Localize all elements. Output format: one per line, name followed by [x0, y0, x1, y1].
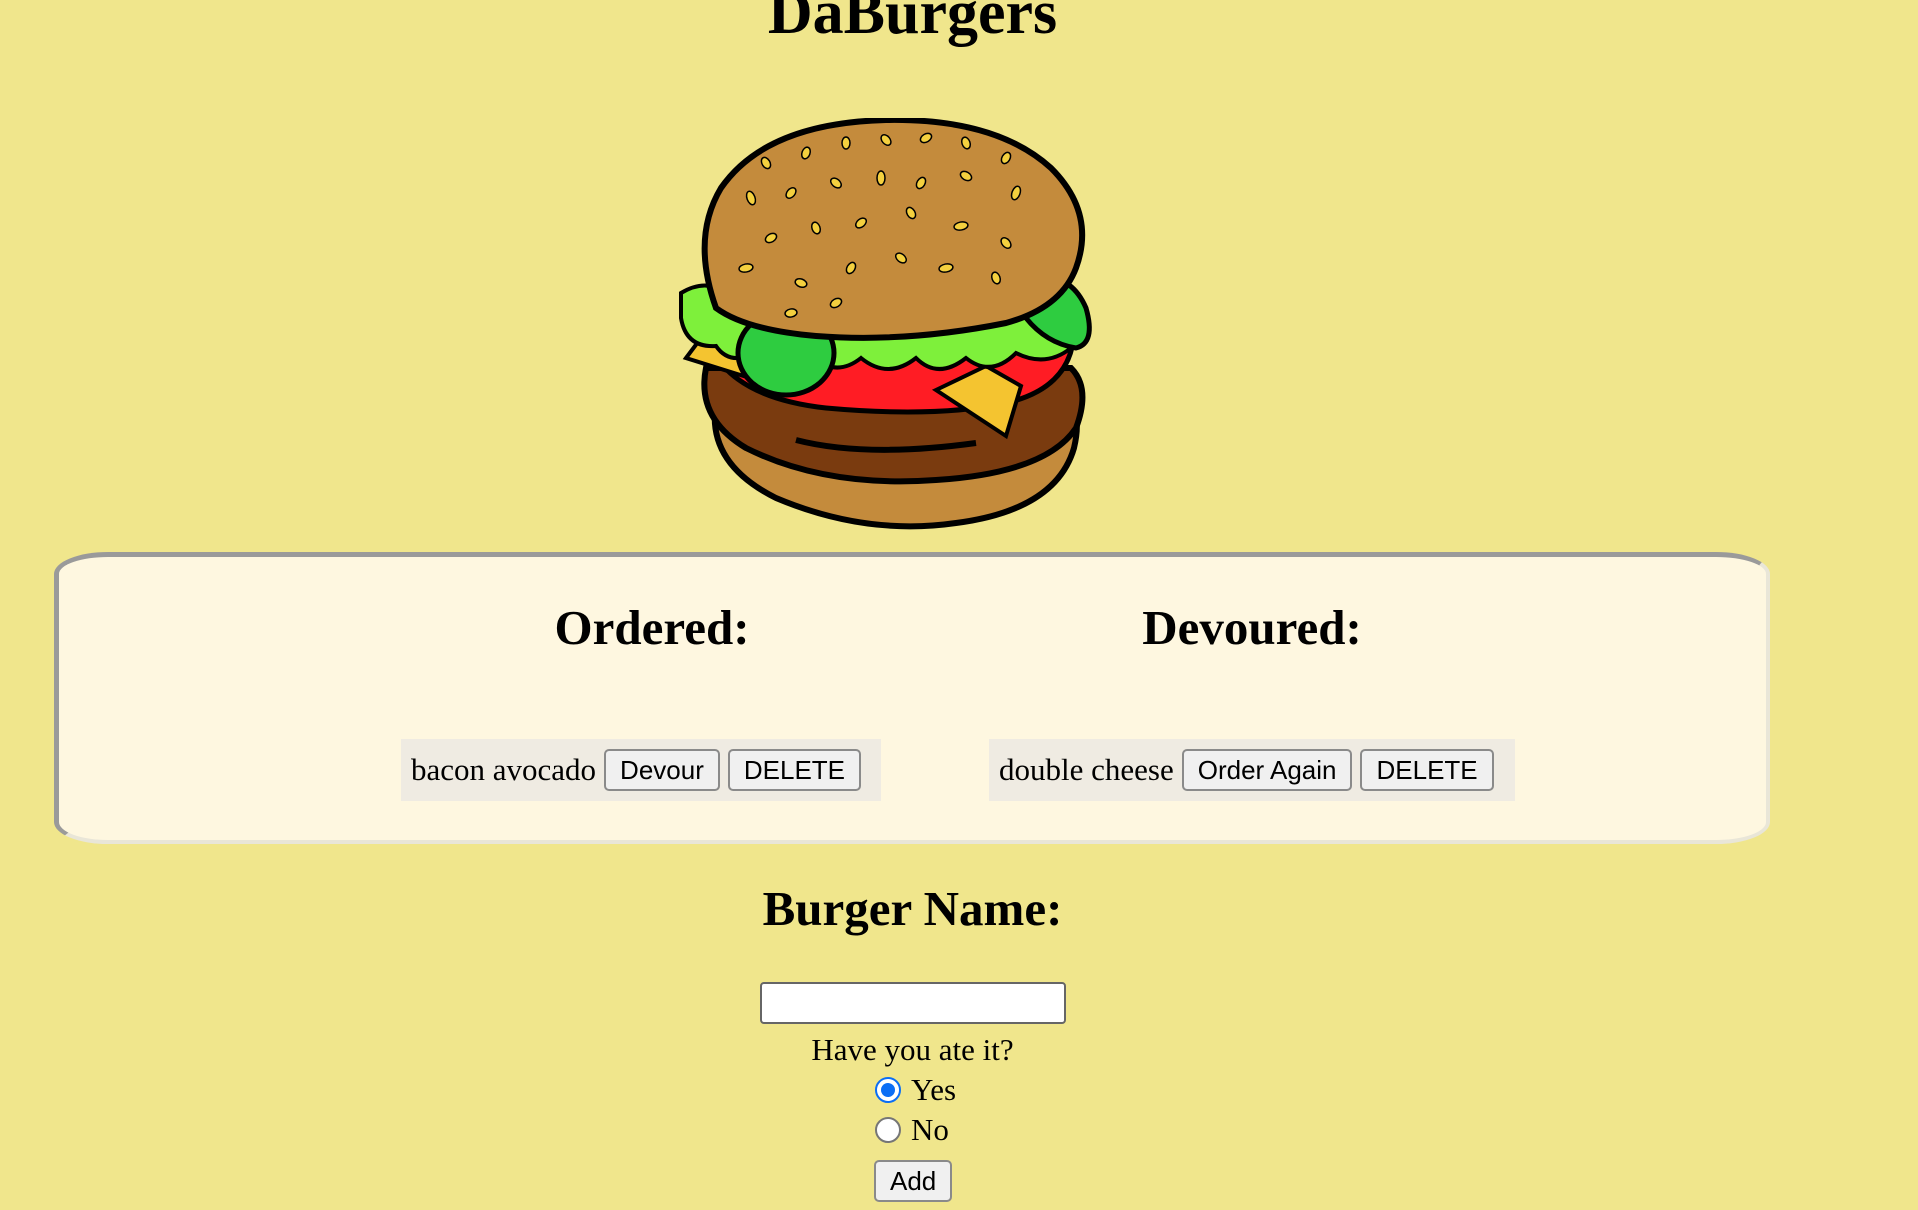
page-title: DaBurgers [767, 0, 1058, 47]
devoured-heading: Devoured: [1142, 600, 1362, 655]
burger-lists-panel: Ordered: Devoured: bacon avocado Devour … [54, 552, 1770, 844]
radio-yes-input[interactable] [875, 1077, 901, 1103]
delete-button[interactable]: DELETE [1360, 749, 1494, 791]
order-again-button[interactable]: Order Again [1181, 749, 1353, 791]
ordered-heading: Ordered: [554, 600, 750, 655]
ate-question-label: Have you ate it? [811, 1032, 1014, 1067]
devoured-list-item: double cheese Order Again DELETE [989, 739, 1515, 801]
radio-option-yes[interactable]: Yes [875, 1072, 956, 1108]
burger-name-input[interactable] [760, 982, 1066, 1024]
radio-no-input[interactable] [875, 1117, 901, 1143]
burger-name-heading: Burger Name: [762, 881, 1063, 936]
radio-yes-label: Yes [911, 1072, 957, 1107]
delete-button[interactable]: DELETE [727, 749, 862, 791]
ordered-list-item: bacon avocado Devour DELETE [401, 739, 881, 801]
radio-option-no[interactable]: No [875, 1112, 949, 1148]
add-button[interactable]: Add [874, 1160, 953, 1202]
radio-no-label: No [911, 1112, 949, 1147]
burger-illustration [676, 118, 1148, 530]
devour-button[interactable]: Devour [604, 749, 720, 791]
burger-name: double cheese [999, 752, 1174, 787]
burger-name: bacon avocado [411, 752, 597, 787]
